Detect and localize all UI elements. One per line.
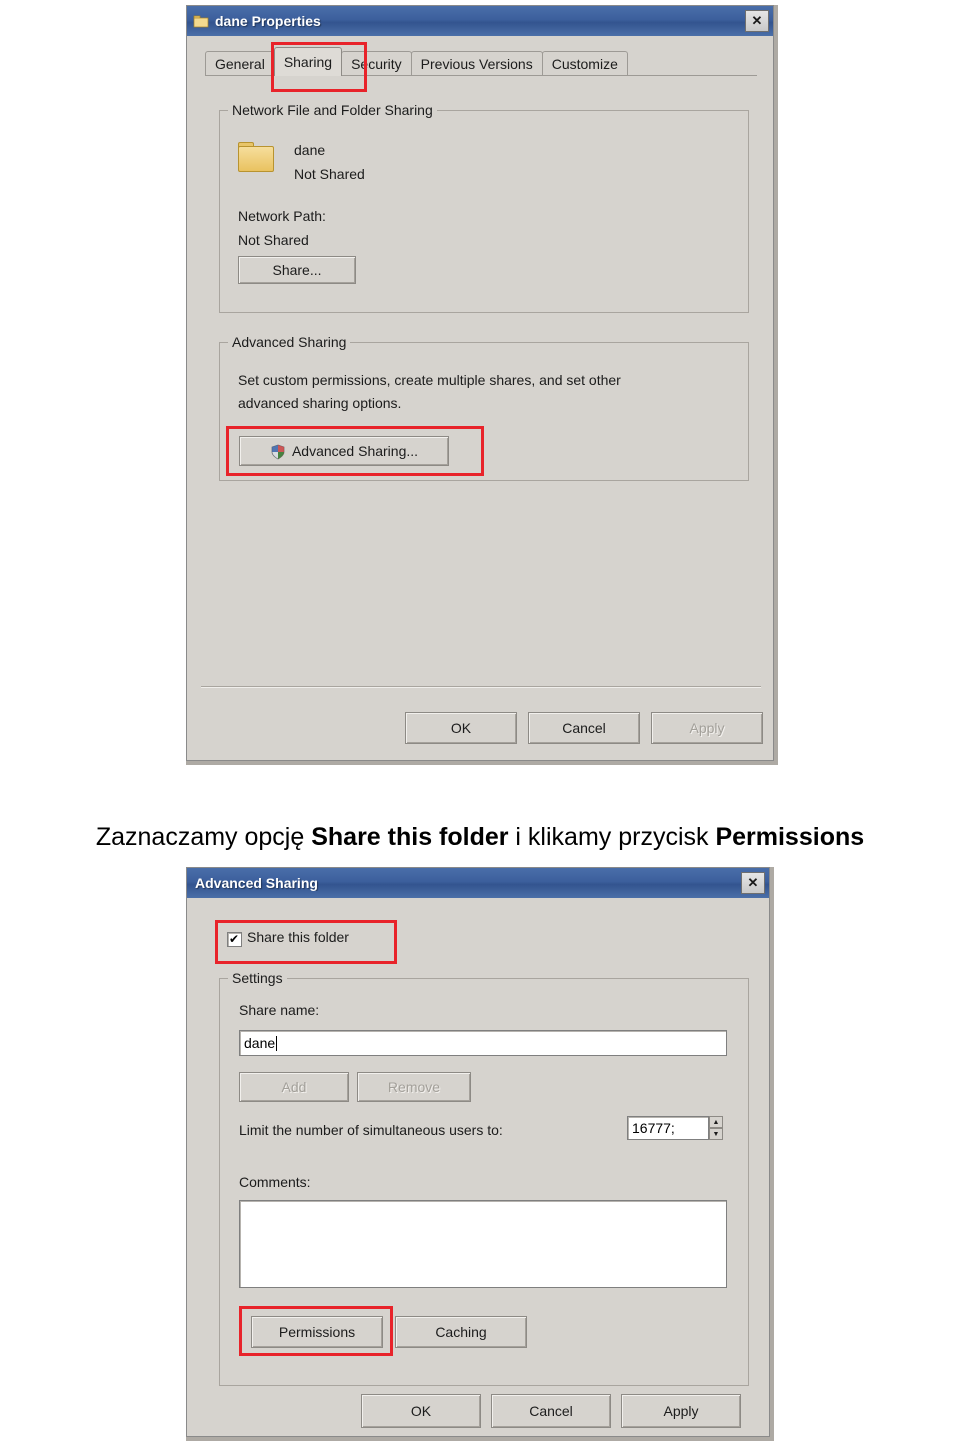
- titlebar-advanced-sharing: Advanced Sharing ✕: [187, 868, 769, 898]
- cancel-button[interactable]: Cancel: [491, 1394, 611, 1428]
- remove-button: Remove: [357, 1072, 471, 1102]
- tab-sharing[interactable]: Sharing: [273, 47, 343, 76]
- group-advanced-legend: Advanced Sharing: [228, 334, 351, 350]
- window-title: dane Properties: [215, 13, 321, 29]
- close-icon[interactable]: ✕: [741, 872, 765, 894]
- stepper-down-icon[interactable]: ▼: [709, 1128, 723, 1140]
- limit-users-label: Limit the number of simultaneous users t…: [239, 1122, 503, 1138]
- titlebar-dane-properties: dane Properties ✕: [187, 6, 773, 36]
- tab-general[interactable]: General: [205, 51, 275, 76]
- comments-label: Comments:: [239, 1174, 311, 1190]
- caption-pre: Zaznaczamy opcję: [95, 823, 312, 851]
- group-settings-legend: Settings: [228, 970, 287, 986]
- window-dane-properties: dane Properties ✕ General Sharing Securi…: [186, 5, 774, 761]
- tabstrip: General Sharing Security Previous Versio…: [205, 46, 628, 76]
- footer-separator-highlight: [201, 687, 761, 688]
- limit-users-input[interactable]: 16777;: [627, 1116, 709, 1140]
- cancel-button[interactable]: Cancel: [528, 712, 640, 744]
- limit-users-value: 16777;: [632, 1120, 675, 1136]
- network-path-value: Not Shared: [238, 232, 309, 248]
- apply-button[interactable]: Apply: [621, 1394, 741, 1428]
- advanced-sharing-client-area: ✔ Share this folder Settings Share name:…: [191, 902, 767, 1436]
- folder-icon: [238, 142, 274, 172]
- caption-bold-permissions: Permissions: [715, 823, 865, 851]
- highlight-permissions-button: [239, 1306, 393, 1356]
- window2-title: Advanced Sharing: [195, 875, 318, 891]
- tab-customize[interactable]: Customize: [541, 51, 628, 76]
- limit-users-stepper[interactable]: ▲ ▼: [709, 1116, 723, 1140]
- highlight-share-this-folder: [215, 920, 397, 964]
- share-name-input[interactable]: dane: [239, 1030, 727, 1056]
- share-button[interactable]: Share...: [238, 256, 356, 284]
- stepper-up-icon[interactable]: ▲: [709, 1116, 723, 1128]
- advanced-desc-line2: advanced sharing options.: [238, 395, 402, 411]
- add-button: Add: [239, 1072, 349, 1102]
- caption-bold-share-this-folder: Share this folder: [311, 823, 509, 851]
- window-advanced-sharing: Advanced Sharing ✕ ✔ Share this folder S…: [186, 867, 770, 1437]
- tab-previous-versions[interactable]: Previous Versions: [410, 51, 543, 76]
- folder-name: dane: [294, 142, 326, 158]
- highlight-advanced-sharing-button: [226, 426, 484, 476]
- ok-button[interactable]: OK: [361, 1394, 481, 1428]
- share-name-value: dane: [244, 1035, 276, 1051]
- comments-input[interactable]: [239, 1200, 727, 1288]
- folder-share-state: Not Shared: [294, 166, 365, 182]
- advanced-desc-line1: Set custom permissions, create multiple …: [238, 372, 621, 388]
- properties-client-area: General Sharing Security Previous Versio…: [191, 40, 771, 758]
- apply-button: Apply: [651, 712, 763, 744]
- close-icon[interactable]: ✕: [745, 10, 769, 32]
- caption-text: Zaznaczamy opcję Share this folder i kli…: [0, 823, 960, 852]
- caching-button[interactable]: Caching: [395, 1316, 527, 1348]
- ok-button[interactable]: OK: [405, 712, 517, 744]
- share-name-label: Share name:: [239, 1002, 320, 1018]
- group-network-legend: Network File and Folder Sharing: [228, 102, 437, 118]
- caption-mid: i klikamy przycisk: [508, 823, 716, 851]
- network-path-label: Network Path:: [238, 208, 326, 224]
- folder-icon: [193, 13, 209, 29]
